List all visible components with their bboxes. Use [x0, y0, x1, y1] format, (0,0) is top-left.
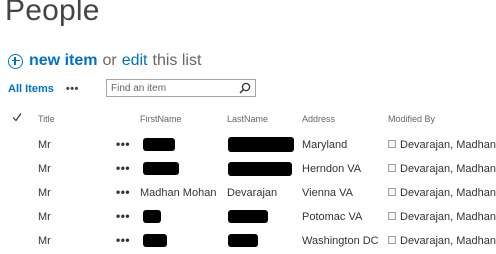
this-list-text: this list	[152, 52, 202, 69]
redaction-mark	[228, 162, 292, 176]
modified-by-name[interactable]: Devarajan, Madhan	[400, 139, 496, 151]
redaction-mark	[228, 137, 294, 152]
checkbox-icon[interactable]	[388, 164, 396, 172]
cell-lastname: Devarajan	[227, 187, 278, 199]
column-header-lastname[interactable]: LastName	[227, 114, 268, 124]
checkbox-icon[interactable]	[388, 140, 396, 148]
row-menu-button[interactable]: •••	[116, 209, 130, 223]
row-menu-button[interactable]: •••	[116, 233, 130, 247]
cell-title: Mr	[38, 163, 51, 175]
column-header-address[interactable]: Address	[302, 114, 335, 124]
cell-address: Washington DC	[302, 235, 379, 247]
table-row[interactable]: Mr ••• Madhan Mohan Devarajan Vienna VA …	[0, 182, 496, 206]
view-all-items[interactable]: All Items	[8, 83, 54, 95]
cell-title: Mr	[38, 235, 51, 247]
cell-title: Mr	[38, 211, 51, 223]
more-views-button[interactable]: •••	[66, 83, 79, 95]
modified-by-name[interactable]: Devarajan, Madhan	[400, 211, 496, 223]
search-box[interactable]	[106, 79, 256, 97]
modified-by-name[interactable]: Devarajan, Madhan	[400, 163, 496, 175]
checkbox-icon[interactable]	[388, 236, 396, 244]
or-text: or	[102, 52, 117, 69]
plus-circle-icon[interactable]	[8, 53, 23, 69]
column-header-title[interactable]: Title	[38, 114, 55, 124]
redaction-mark	[143, 210, 161, 223]
checkmark-icon[interactable]	[12, 112, 22, 122]
table-row[interactable]: Mr ••• Maryland Devarajan, Madhan	[0, 134, 496, 158]
cell-address: Maryland	[302, 139, 348, 151]
redaction-mark	[143, 138, 175, 151]
cell-address: Vienna VA	[302, 187, 353, 199]
page-title: People	[5, 0, 100, 27]
row-menu-button[interactable]: •••	[116, 185, 130, 199]
redaction-mark	[143, 162, 179, 175]
redaction-mark	[143, 234, 167, 247]
modified-by-name[interactable]: Devarajan, Madhan	[400, 235, 496, 247]
new-item-link[interactable]: new item	[29, 52, 97, 70]
table-row[interactable]: Mr ••• Herndon VA Devarajan, Madhan	[0, 158, 496, 182]
modified-by-name[interactable]: Devarajan, Madhan	[400, 187, 496, 199]
table-row[interactable]: Mr ••• Potomac VA Devarajan, Madhan	[0, 206, 496, 230]
search-input[interactable]	[111, 82, 231, 94]
edit-list-link[interactable]: edit	[122, 52, 148, 70]
cell-title: Mr	[38, 187, 51, 199]
table-row[interactable]: Mr ••• Washington DC Devarajan, Madhan	[0, 230, 496, 254]
redaction-mark	[228, 210, 268, 223]
checkbox-icon[interactable]	[388, 212, 396, 220]
column-header-firstname[interactable]: FirstName	[140, 114, 182, 124]
row-menu-button[interactable]: •••	[116, 161, 130, 175]
list-actions: new item or edit this list	[8, 50, 201, 72]
cell-title: Mr	[38, 139, 51, 151]
checkbox-icon[interactable]	[388, 188, 396, 196]
cell-modified-by: Devarajan, Madhan	[388, 187, 496, 199]
column-header-modified-by[interactable]: Modified By	[388, 114, 435, 124]
redaction-mark	[228, 234, 258, 247]
cell-modified-by: Devarajan, Madhan	[388, 139, 496, 151]
cell-modified-by: Devarajan, Madhan	[388, 163, 496, 175]
view-selector: All Items •••	[8, 80, 79, 98]
table-header: Title FirstName LastName Address Modifie…	[0, 110, 496, 128]
cell-modified-by: Devarajan, Madhan	[388, 235, 496, 247]
cell-address: Potomac VA	[302, 211, 363, 223]
cell-modified-by: Devarajan, Madhan	[388, 211, 496, 223]
search-icon[interactable]	[239, 82, 251, 94]
row-menu-button[interactable]: •••	[116, 137, 130, 151]
cell-address: Herndon VA	[302, 163, 362, 175]
cell-firstname: Madhan Mohan	[140, 187, 217, 199]
